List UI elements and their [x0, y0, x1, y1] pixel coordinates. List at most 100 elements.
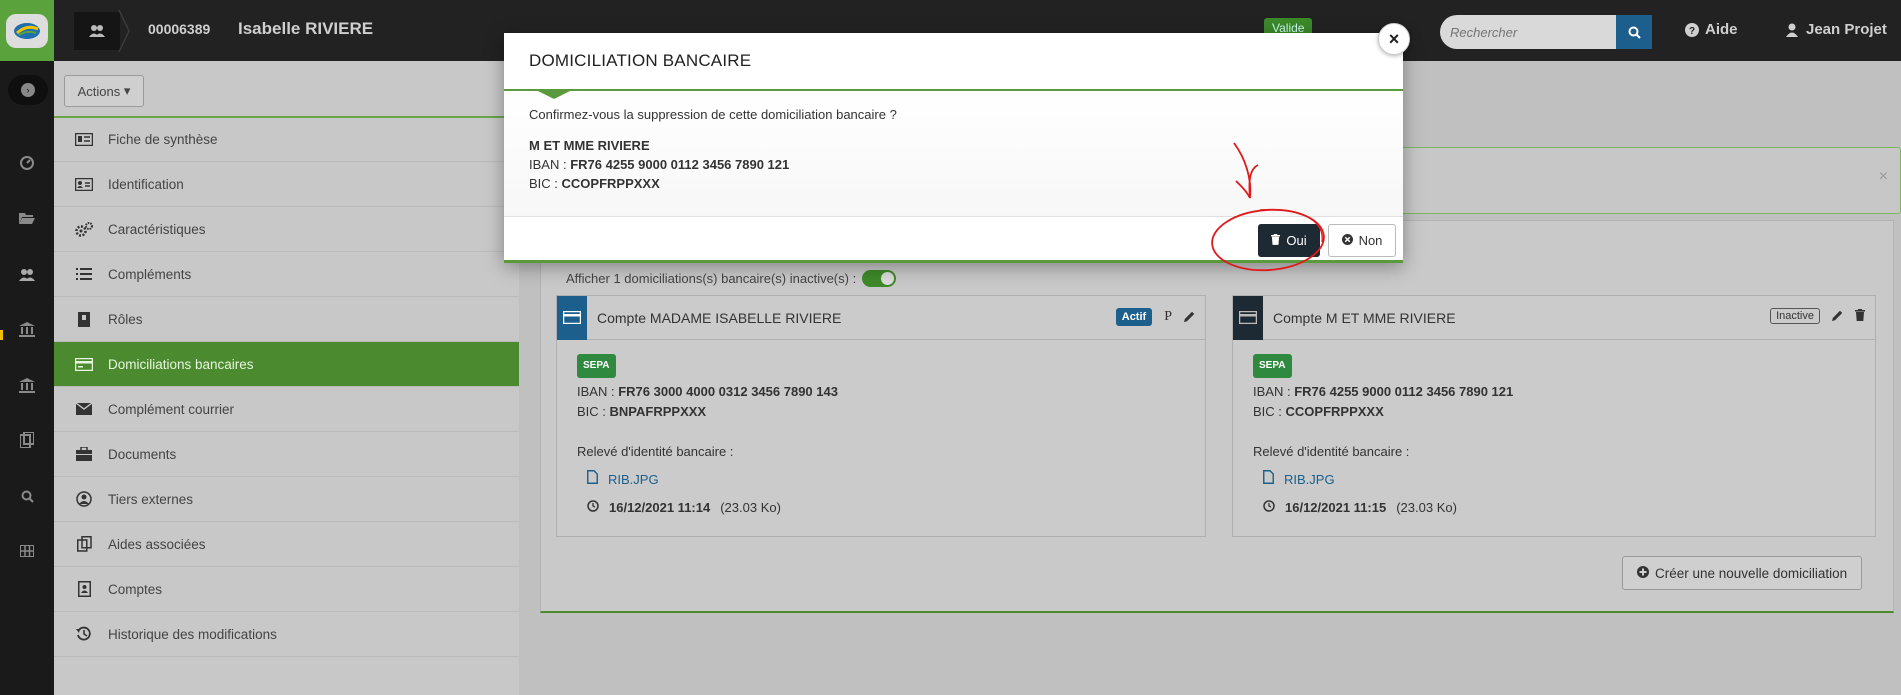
app-logo[interactable] [0, 0, 54, 61]
pencil-icon[interactable] [1184, 310, 1195, 325]
bic-label: BIC : [1253, 404, 1282, 419]
rib-label: Relevé d'identité bancaire : [577, 444, 734, 459]
create-domiciliation-button[interactable]: Créer une nouvelle domiciliation [1622, 556, 1863, 590]
close-icon[interactable]: × [1879, 168, 1888, 186]
search-icon[interactable] [10, 479, 44, 513]
sidebar-item-identification[interactable]: Identification [54, 162, 519, 207]
sidebar-item-complement-courrier[interactable]: Complément courrier [54, 387, 519, 432]
rib-file-link[interactable]: RIB.JPG [1253, 470, 1855, 490]
active-indicator [0, 330, 3, 340]
folder-open-icon[interactable] [10, 201, 44, 235]
iban-label: IBAN : [1253, 384, 1291, 399]
sidebar-item-documents[interactable]: Documents [54, 432, 519, 477]
list-icon [74, 268, 94, 280]
card-body: SEPA IBAN : FR76 3000 4000 0312 3456 789… [557, 340, 1205, 532]
confirm-yes-button[interactable]: Oui [1258, 224, 1320, 257]
search-input[interactable] [1450, 24, 1606, 40]
actions-dropdown[interactable]: Actions ▾ [64, 75, 144, 107]
confirm-no-button[interactable]: Non [1328, 224, 1396, 257]
sidebar-item-label: Fiche de synthèse [108, 131, 218, 147]
documents-icon[interactable] [10, 423, 44, 457]
iban-value: FR76 3000 4000 0312 3456 7890 143 [618, 384, 838, 399]
bank-icon[interactable] [10, 312, 44, 346]
users-icon[interactable] [74, 12, 120, 50]
file-date-row: 16/12/2021 11:14 (23.03 Ko) [577, 498, 1185, 518]
id-card-icon [74, 132, 94, 146]
sidebar-item-label: Caractéristiques [108, 221, 206, 237]
iban-label: IBAN : [529, 157, 567, 172]
user-name: Jean Projet [1806, 21, 1887, 38]
rib-label: Relevé d'identité bancaire : [1253, 444, 1410, 459]
sidebar-item-comptes[interactable]: Comptes [54, 567, 519, 612]
bic-value: CCOPFRPPXXX [1285, 404, 1384, 419]
clock-icon [587, 498, 599, 518]
sepa-badge: SEPA [577, 354, 616, 378]
sidebar-item-caracteristiques[interactable]: Caractéristiques [54, 207, 519, 252]
card-body: SEPA IBAN : FR76 4255 9000 0112 3456 789… [1233, 340, 1875, 532]
credit-card-icon [74, 357, 94, 371]
account-icon [74, 581, 94, 597]
bic-row: BIC : BNPAFRPPXXX [577, 402, 1185, 422]
file-size: (23.03 Ko) [720, 500, 781, 515]
confirm-delete-modal: DOMICILIATION BANCAIRE Confirmez-vous la… [504, 33, 1403, 263]
file-date: 16/12/2021 11:15 [1285, 500, 1387, 515]
sidebar-item-historique[interactable]: Historique des modifications [54, 612, 519, 657]
table-icon[interactable] [10, 534, 44, 568]
card-title: Compte M ET MME RIVIERE [1273, 309, 1456, 326]
sidebar-item-label: Domiciliations bancaires [108, 356, 254, 372]
modal-header-accent [536, 90, 572, 99]
pencil-icon[interactable] [1832, 309, 1843, 324]
iban-row: IBAN : FR76 4255 9000 0112 3456 7890 121 [1253, 382, 1855, 402]
institution-icon[interactable] [10, 368, 44, 402]
sidebar-item-fiche-synthese[interactable]: Fiche de synthèse [54, 117, 519, 162]
actions-label: Actions [77, 83, 121, 99]
sidebar-item-aides-associees[interactable]: Aides associées [54, 522, 519, 567]
search-button[interactable] [1616, 15, 1652, 49]
status-badge: Inactive [1770, 308, 1820, 324]
trash-icon [1271, 233, 1281, 248]
search-icon [1628, 26, 1641, 39]
sidebar-item-tiers-externes[interactable]: Tiers externes [54, 477, 519, 522]
logo-icon [6, 13, 48, 48]
modal-title: DOMICILIATION BANCAIRE [529, 51, 752, 70]
card-header: Compte M ET MME RIVIERE Inactive [1233, 295, 1875, 340]
sidebar-item-label: Compléments [108, 266, 192, 282]
dashboard-icon[interactable] [10, 146, 44, 180]
bic-label: BIC : [529, 176, 558, 191]
sidebar-item-label: Documents [108, 446, 177, 462]
modal-question: Confirmez-vous la suppression de cette d… [529, 107, 897, 122]
rail-toggle-button[interactable]: › [8, 75, 48, 105]
user-circle-icon [74, 491, 94, 507]
card-tools: Inactive [1770, 308, 1865, 324]
icon-rail: › [0, 61, 54, 695]
envelope-icon [74, 403, 94, 415]
sidebar-item-complements[interactable]: Compléments [54, 252, 519, 297]
iban-value: FR76 4255 9000 0112 3456 7890 121 [570, 157, 790, 172]
sepa-badge: SEPA [1253, 354, 1292, 378]
file-name: RIB.JPG [608, 472, 659, 487]
breadcrumb-separator [118, 10, 130, 52]
trash-icon[interactable] [1855, 308, 1865, 324]
card-header: Compte MADAME ISABELLE RIVIERE Actif P [557, 295, 1205, 340]
rib-file-link[interactable]: RIB.JPG [577, 470, 1185, 490]
principal-marker[interactable]: P [1164, 309, 1172, 325]
sidebar-item-label: Complément courrier [108, 401, 235, 417]
sidebar-item-domiciliations[interactable]: Domiciliations bancaires [54, 342, 519, 387]
modal-close-button[interactable]: × [1378, 23, 1410, 55]
file-icon [587, 470, 598, 490]
modal-bic-row: BIC : CCOPFRPPXXX [529, 174, 1378, 193]
users-icon[interactable] [10, 257, 44, 291]
user-icon [1786, 23, 1798, 37]
show-inactive-toggle[interactable] [862, 270, 897, 287]
sidebar-item-label: Comptes [108, 581, 163, 597]
sidebar-item-roles[interactable]: Rôles [54, 297, 519, 342]
sidebar-item-label: Tiers externes [108, 491, 194, 507]
file-date: 16/12/2021 11:14 [609, 500, 711, 515]
record-name: Isabelle RIVIERE [238, 19, 374, 38]
sidebar-item-label: Rôles [108, 311, 143, 327]
help-link[interactable]: ? Aide [1685, 21, 1738, 38]
user-menu[interactable]: Jean Projet [1786, 21, 1887, 38]
modal-iban-row: IBAN : FR76 4255 9000 0112 3456 7890 121 [529, 155, 1378, 174]
file-name: RIB.JPG [1284, 472, 1335, 487]
search-field[interactable] [1440, 15, 1616, 49]
